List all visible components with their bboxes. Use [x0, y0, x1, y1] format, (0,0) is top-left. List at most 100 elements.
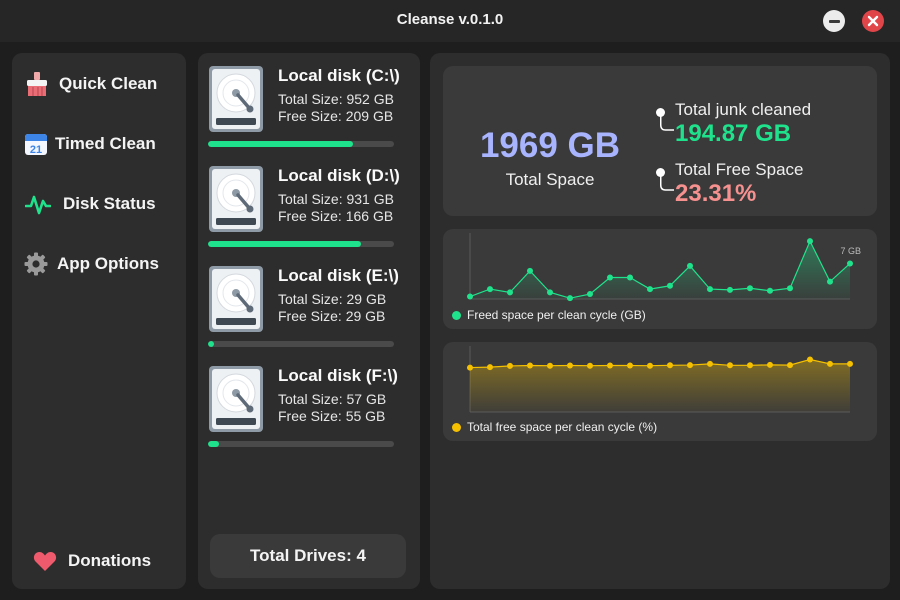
legend-label: Total free space per clean cycle (%) — [467, 420, 658, 434]
data-point — [707, 360, 713, 367]
legend-label: Freed space per clean cycle (GB) — [467, 308, 646, 322]
disk-usage-fill — [208, 441, 219, 447]
disk-card[interactable]: Local disk (D:\) Total Size: 931 GB Free S… — [208, 165, 408, 255]
hard-drive-icon — [208, 365, 264, 433]
data-point — [567, 295, 573, 302]
data-point — [567, 362, 573, 369]
free-connector — [660, 172, 674, 191]
data-point — [527, 362, 533, 369]
disk-usage-fill — [208, 241, 361, 247]
calendar-day-text: 21 — [30, 144, 42, 156]
freed-space-chart: 7 GB Freed space per clean cycle (GB) — [443, 229, 877, 329]
data-point — [507, 362, 513, 369]
disk-total-size: Total Size: 29 GB — [278, 291, 387, 307]
gear-icon — [23, 251, 49, 277]
disk-free-size: Free Size: 166 GB — [278, 208, 394, 224]
free-space-legend: Total free space per clean cycle (%) — [452, 420, 657, 434]
free-label: Total Free Space — [675, 160, 804, 179]
disk-usage-bar — [208, 141, 394, 147]
data-point — [607, 362, 613, 369]
disk-name: Local disk (F:\) — [278, 366, 398, 385]
data-point — [547, 289, 553, 296]
title-bar: Cleanse v.0.1.0 — [0, 0, 900, 42]
data-point — [587, 362, 593, 369]
data-point — [727, 286, 733, 293]
data-point — [587, 291, 593, 298]
data-point — [667, 282, 673, 289]
legend-marker — [452, 422, 461, 432]
data-point — [487, 364, 493, 371]
data-point — [747, 285, 753, 292]
data-point — [707, 286, 713, 293]
data-point — [467, 293, 473, 300]
chart-annotation: 7 GB — [840, 246, 861, 256]
data-point — [627, 274, 633, 281]
data-point — [787, 362, 793, 369]
series-area — [470, 241, 850, 299]
data-point — [787, 285, 793, 292]
data-point — [527, 267, 533, 274]
freed-space-legend: Freed space per clean cycle (GB) — [452, 308, 646, 322]
nav-quick-clean[interactable]: Quick Clean — [12, 64, 186, 104]
disk-free-size: Free Size: 209 GB — [278, 108, 394, 124]
broom-icon — [24, 71, 50, 97]
hard-drive-icon — [208, 65, 264, 133]
data-point — [647, 362, 653, 369]
disk-list: Total Drives: 4 Local disk (C:\) Total Si… — [198, 53, 420, 589]
total-space-value: 1969 GB — [479, 126, 621, 165]
free-space-chart: Total free space per clean cycle (%) — [443, 342, 877, 441]
close-icon — [867, 15, 879, 27]
disk-card[interactable]: Local disk (C:\) Total Size: 952 GB Free S… — [208, 65, 408, 155]
disk-name: Local disk (C:\) — [278, 66, 400, 85]
data-point — [507, 289, 513, 296]
disk-free-size: Free Size: 29 GB — [278, 308, 386, 324]
nav-timed-clean[interactable]: 21 Timed Clean — [12, 124, 186, 164]
disk-total-size: Total Size: 931 GB — [278, 191, 394, 207]
nav-donations[interactable]: Donations — [12, 541, 186, 581]
disk-total-size: Total Size: 952 GB — [278, 91, 394, 107]
nav-app-options[interactable]: App Options — [12, 244, 186, 284]
window-title: Cleanse v.0.1.0 — [396, 11, 504, 28]
disk-usage-bar — [208, 241, 394, 247]
disk-usage-bar — [208, 441, 394, 447]
nav-disk-status[interactable]: Disk Status — [12, 184, 186, 224]
sidebar: Quick Clean 21 Timed Clean Disk Status A… — [12, 53, 186, 589]
minimize-icon — [828, 19, 840, 23]
calendar-icon: 21 — [23, 131, 49, 157]
data-point — [627, 362, 633, 369]
data-point — [807, 356, 813, 363]
pulse-icon — [25, 191, 51, 217]
nav-label: Timed Clean — [55, 134, 156, 153]
data-point — [847, 260, 853, 267]
summary-card: 1969 GB Total Space Total junk cleaned 1… — [443, 66, 877, 216]
data-point — [687, 262, 693, 269]
nav-label: Donations — [68, 551, 152, 570]
data-point — [667, 362, 673, 369]
nav-label: Disk Status — [63, 194, 156, 213]
disk-card[interactable]: Local disk (E:\) Total Size: 29 GB Free Si… — [208, 265, 408, 355]
heart-icon — [32, 548, 58, 574]
disk-usage-fill — [208, 341, 214, 347]
close-button[interactable] — [862, 10, 884, 32]
total-drives-badge: Total Drives: 4 — [210, 534, 406, 578]
data-point — [727, 362, 733, 369]
disk-card[interactable]: Local disk (F:\) Total Size: 57 GB Free Si… — [208, 365, 408, 455]
disk-free-size: Free Size: 55 GB — [278, 408, 386, 424]
data-point — [767, 361, 773, 368]
disk-usage-fill — [208, 141, 353, 147]
data-point — [767, 287, 773, 294]
series-area — [470, 359, 850, 412]
nav-label: Quick Clean — [59, 74, 158, 93]
stats-panel: 1969 GB Total Space Total junk cleaned 1… — [430, 53, 890, 589]
disk-name: Local disk (E:\) — [278, 266, 399, 285]
disk-name: Local disk (D:\) — [278, 166, 400, 185]
data-point — [467, 364, 473, 371]
minimize-button[interactable] — [823, 10, 845, 32]
data-point — [747, 362, 753, 369]
hard-drive-icon — [208, 165, 264, 233]
disk-usage-bar — [208, 341, 394, 347]
data-point — [607, 274, 613, 281]
data-point — [547, 362, 553, 369]
free-value: 23.31% — [675, 180, 757, 207]
junk-value: 194.87 GB — [675, 120, 792, 147]
